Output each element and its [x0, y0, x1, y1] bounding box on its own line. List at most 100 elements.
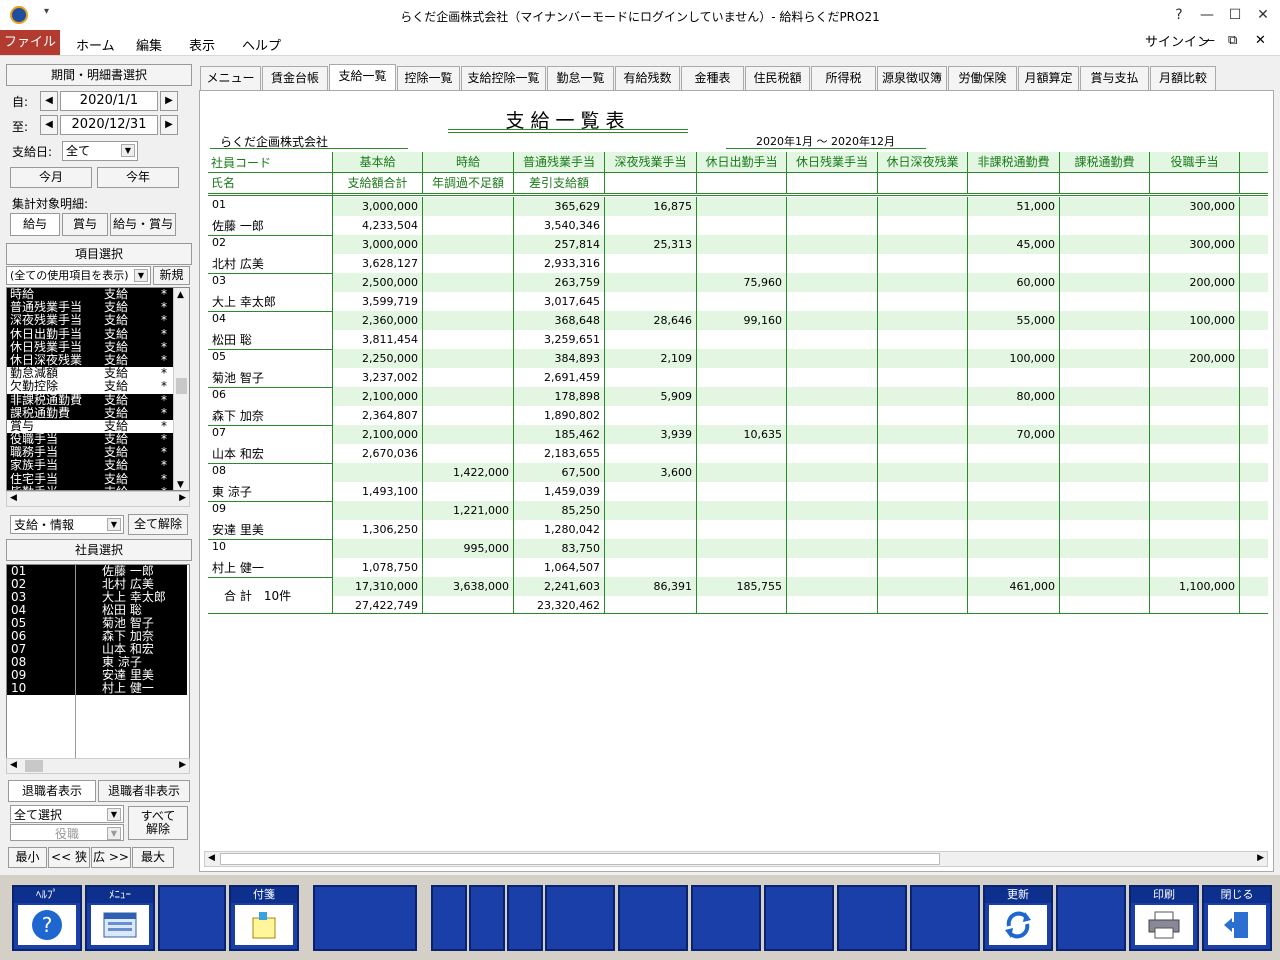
employee-row[interactable]: 07 山本 和宏: [7, 643, 187, 656]
cell-top[interactable]: 3,000,000: [333, 197, 423, 216]
scroll-right-icon[interactable]: ▶: [179, 493, 186, 503]
file-menu[interactable]: ファイル: [0, 30, 60, 55]
cell-top[interactable]: [1240, 539, 1268, 558]
cell-top[interactable]: [968, 539, 1060, 558]
cell-top[interactable]: [605, 501, 697, 520]
cell-top[interactable]: 80,000: [968, 387, 1060, 406]
cell-bottom[interactable]: [697, 368, 787, 387]
cell-top[interactable]: 1,422,000: [423, 463, 514, 482]
cell-bottom[interactable]: [423, 216, 514, 235]
cell-top[interactable]: [333, 539, 423, 558]
tab-12[interactable]: 月額算定: [1018, 66, 1079, 90]
cell-top[interactable]: [1240, 463, 1268, 482]
cell-top[interactable]: [878, 577, 968, 596]
cell-top[interactable]: [878, 273, 968, 292]
cell-bottom[interactable]: [878, 216, 968, 235]
tab-6[interactable]: 有給残数: [615, 66, 680, 90]
cell-bottom[interactable]: [1150, 330, 1240, 349]
to-date-input[interactable]: 2020/12/31: [60, 115, 158, 135]
cell-top[interactable]: [1060, 197, 1150, 216]
function-key-10[interactable]: [618, 885, 688, 951]
cell-top[interactable]: [697, 539, 787, 558]
cell-bottom[interactable]: [423, 596, 514, 614]
to-prev-button[interactable]: ◀: [40, 115, 58, 135]
hide-retired-button[interactable]: 退職者非表示: [98, 780, 190, 802]
cell-top[interactable]: 178,898: [514, 387, 605, 406]
cell-bottom[interactable]: 1,306,250: [333, 520, 423, 539]
cell-bottom[interactable]: 3,259,651: [514, 330, 605, 349]
cell-bottom[interactable]: [968, 558, 1060, 577]
cell-bottom[interactable]: 1,890,802: [514, 406, 605, 425]
cell-bottom[interactable]: [605, 520, 697, 539]
cell-bottom[interactable]: [1060, 216, 1150, 235]
cell-top[interactable]: [1060, 387, 1150, 406]
cell-top[interactable]: [1240, 577, 1268, 596]
cell-bottom[interactable]: 2,933,316: [514, 254, 605, 273]
menu-help[interactable]: ヘルプ: [242, 35, 281, 54]
cell-top[interactable]: 384,893: [514, 349, 605, 368]
cell-top[interactable]: 2,500,000: [333, 273, 423, 292]
employee-row[interactable]: 10 村上 健一: [7, 682, 187, 695]
item-list-row[interactable]: 休日残業手当 支給 *: [7, 340, 175, 354]
cell-top[interactable]: [787, 235, 878, 254]
this-month-button[interactable]: 今月: [10, 167, 92, 188]
cell-top[interactable]: 100,000: [1150, 311, 1240, 330]
cell-bottom[interactable]: [787, 406, 878, 425]
cell-bottom[interactable]: [1150, 292, 1240, 311]
cell-bottom[interactable]: [787, 520, 878, 539]
cell-bottom[interactable]: [1150, 558, 1240, 577]
employee-hscrollbar[interactable]: ◀ ▶: [6, 758, 190, 774]
item-list-row[interactable]: 欠勤控除 支給 *: [7, 380, 175, 394]
ribbon-close-icon[interactable]: ✕: [1255, 33, 1266, 48]
cell-top[interactable]: [878, 501, 968, 520]
item-list-scrollbar[interactable]: ▲ ▼: [173, 288, 189, 490]
cell-bottom[interactable]: [968, 216, 1060, 235]
item-list-row[interactable]: 家族手当 支給 *: [7, 459, 175, 473]
cell-bottom[interactable]: 3,017,645: [514, 292, 605, 311]
cell-bottom[interactable]: [878, 558, 968, 577]
size-narrow-button[interactable]: << 狭: [48, 847, 90, 868]
cell-top[interactable]: [787, 539, 878, 558]
function-key-14[interactable]: [910, 885, 980, 951]
function-key-4[interactable]: 付箋: [229, 885, 299, 951]
tab-3[interactable]: 控除一覧: [397, 66, 460, 90]
cell-top[interactable]: [968, 501, 1060, 520]
cell-bottom[interactable]: [423, 444, 514, 463]
tab-14[interactable]: 月額比較: [1150, 66, 1216, 90]
cell-bottom[interactable]: [1060, 558, 1150, 577]
cell-top[interactable]: 300,000: [1150, 235, 1240, 254]
cell-top[interactable]: [878, 349, 968, 368]
cell-bottom[interactable]: [1060, 368, 1150, 387]
cell-top[interactable]: [423, 387, 514, 406]
from-next-button[interactable]: ▶: [160, 91, 178, 111]
cell-bottom[interactable]: [878, 292, 968, 311]
cell-bottom[interactable]: [605, 368, 697, 387]
cell-bottom[interactable]: [423, 254, 514, 273]
this-year-button[interactable]: 今年: [97, 167, 179, 188]
cell-top[interactable]: [1240, 387, 1268, 406]
cell-top[interactable]: 2,360,000: [333, 311, 423, 330]
function-key-6[interactable]: [431, 885, 467, 951]
cell-bottom[interactable]: 3,599,719: [333, 292, 423, 311]
cell-top[interactable]: 3,939: [605, 425, 697, 444]
function-key-16[interactable]: [1056, 885, 1126, 951]
cell-top[interactable]: 86,391: [605, 577, 697, 596]
clear-all-button[interactable]: 全て解除: [128, 514, 188, 535]
cell-top[interactable]: [333, 463, 423, 482]
cell-top[interactable]: [878, 235, 968, 254]
cell-bottom[interactable]: [1150, 216, 1240, 235]
cell-top[interactable]: [1240, 425, 1268, 444]
tab-0[interactable]: メニュー: [200, 66, 261, 90]
cell-top[interactable]: 1,221,000: [423, 501, 514, 520]
report-scroll-thumb[interactable]: [220, 853, 940, 865]
select-all-combo[interactable]: 全て選択 ▼: [10, 805, 124, 823]
cell-top[interactable]: [1240, 235, 1268, 254]
cell-bottom[interactable]: [697, 254, 787, 273]
cell-top[interactable]: 51,000: [968, 197, 1060, 216]
cell-top[interactable]: [1060, 501, 1150, 520]
cell-top[interactable]: [787, 349, 878, 368]
cell-bottom[interactable]: [1150, 254, 1240, 273]
cell-top[interactable]: [697, 463, 787, 482]
cell-bottom[interactable]: [968, 368, 1060, 387]
employee-scroll-thumb[interactable]: [25, 760, 43, 772]
